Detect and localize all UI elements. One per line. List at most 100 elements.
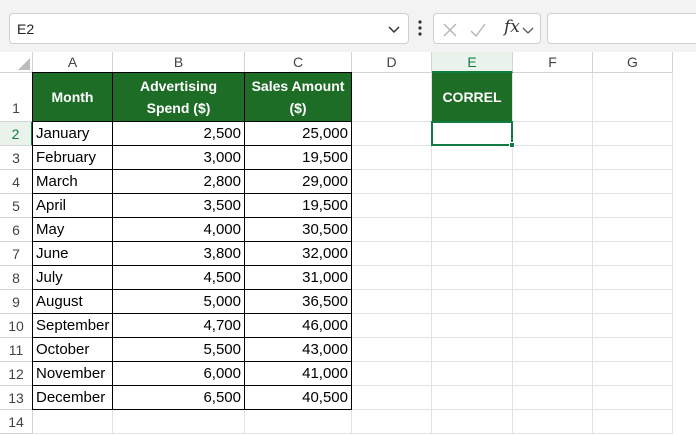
- table-cell-month[interactable]: September: [32, 313, 113, 338]
- cell[interactable]: [432, 194, 513, 218]
- cell[interactable]: [432, 146, 513, 170]
- cell[interactable]: [513, 218, 593, 242]
- formula-input[interactable]: [547, 13, 696, 44]
- row-header-10[interactable]: 10: [0, 314, 33, 338]
- cell[interactable]: [513, 122, 593, 146]
- table-cell-month[interactable]: March: [32, 169, 113, 194]
- row-header-5[interactable]: 5: [0, 194, 33, 218]
- cell[interactable]: [513, 146, 593, 170]
- cell[interactable]: [33, 410, 113, 434]
- cell[interactable]: [593, 386, 673, 410]
- row-header-14[interactable]: 14: [0, 410, 33, 434]
- table-cell-month[interactable]: January: [32, 121, 113, 146]
- name-box[interactable]: E2: [9, 13, 409, 44]
- cell[interactable]: [432, 362, 513, 386]
- cell[interactable]: [513, 170, 593, 194]
- table-cell-month[interactable]: April: [32, 193, 113, 218]
- table-cell-spend[interactable]: 6,000: [112, 361, 245, 386]
- row-header-12[interactable]: 12: [0, 362, 33, 386]
- table-cell-sales[interactable]: 41,000: [244, 361, 352, 386]
- cell[interactable]: [432, 386, 513, 410]
- table-cell-spend[interactable]: 4,000: [112, 217, 245, 242]
- cell[interactable]: [513, 410, 593, 434]
- correl-header-cell[interactable]: CORREL: [432, 73, 513, 122]
- cell[interactable]: [352, 338, 432, 362]
- table-cell-month[interactable]: August: [32, 289, 113, 314]
- cell[interactable]: [352, 242, 432, 266]
- table-cell-sales[interactable]: 36,500: [244, 289, 352, 314]
- cell[interactable]: [352, 362, 432, 386]
- table-cell-month[interactable]: October: [32, 337, 113, 362]
- cell[interactable]: [113, 410, 245, 434]
- active-cell-e2[interactable]: [431, 121, 513, 146]
- table-cell-sales[interactable]: 25,000: [244, 121, 352, 146]
- row-header-13[interactable]: 13: [0, 386, 33, 410]
- cancel-icon[interactable]: [440, 20, 460, 40]
- cell[interactable]: [352, 146, 432, 170]
- column-header-f[interactable]: F: [513, 52, 593, 73]
- cell[interactable]: [513, 290, 593, 314]
- row-header-4[interactable]: 4: [0, 170, 33, 194]
- cell[interactable]: [593, 242, 673, 266]
- cell[interactable]: [432, 314, 513, 338]
- column-header-b[interactable]: B: [113, 52, 245, 73]
- table-cell-month[interactable]: November: [32, 361, 113, 386]
- cell[interactable]: [432, 266, 513, 290]
- table-cell-sales[interactable]: 19,500: [244, 193, 352, 218]
- cell[interactable]: [513, 73, 593, 122]
- table-cell-spend[interactable]: 3,800: [112, 241, 245, 266]
- column-header-d[interactable]: D: [352, 52, 432, 73]
- table-cell-spend[interactable]: 4,500: [112, 265, 245, 290]
- cell[interactable]: [593, 266, 673, 290]
- cell[interactable]: [593, 338, 673, 362]
- table-header-sales[interactable]: Sales Amount ($): [244, 72, 352, 122]
- row-header-3[interactable]: 3: [0, 146, 33, 170]
- column-header-e[interactable]: E: [432, 52, 513, 73]
- column-header-c[interactable]: C: [245, 52, 352, 73]
- table-cell-month[interactable]: May: [32, 217, 113, 242]
- cell[interactable]: [352, 170, 432, 194]
- chevron-down-icon[interactable]: [386, 20, 402, 38]
- cell[interactable]: [513, 242, 593, 266]
- table-cell-sales[interactable]: 32,000: [244, 241, 352, 266]
- cell[interactable]: [432, 290, 513, 314]
- table-cell-month[interactable]: June: [32, 241, 113, 266]
- cell[interactable]: [593, 290, 673, 314]
- table-cell-month[interactable]: February: [32, 145, 113, 170]
- table-cell-month[interactable]: December: [32, 385, 113, 410]
- cell[interactable]: [593, 410, 673, 434]
- cell[interactable]: [593, 170, 673, 194]
- cell[interactable]: [432, 218, 513, 242]
- more-options-icon[interactable]: [416, 18, 424, 38]
- row-header-6[interactable]: 6: [0, 218, 33, 242]
- cell[interactable]: [352, 194, 432, 218]
- cell[interactable]: [352, 314, 432, 338]
- cell[interactable]: [352, 218, 432, 242]
- enter-check-icon[interactable]: [468, 20, 488, 40]
- table-cell-spend[interactable]: 3,000: [112, 145, 245, 170]
- column-header-g[interactable]: G: [593, 52, 673, 73]
- table-cell-spend[interactable]: 2,500: [112, 121, 245, 146]
- chevron-down-icon[interactable]: [520, 20, 536, 40]
- cell[interactable]: [513, 338, 593, 362]
- table-cell-spend[interactable]: 5,500: [112, 337, 245, 362]
- cell[interactable]: [513, 266, 593, 290]
- row-header-1[interactable]: 1: [0, 73, 33, 122]
- table-cell-sales[interactable]: 31,000: [244, 265, 352, 290]
- table-cell-spend[interactable]: 3,500: [112, 193, 245, 218]
- table-cell-sales[interactable]: 29,000: [244, 169, 352, 194]
- row-header-2[interactable]: 2: [0, 122, 33, 146]
- cell[interactable]: [245, 410, 352, 434]
- table-cell-month[interactable]: July: [32, 265, 113, 290]
- table-cell-sales[interactable]: 30,500: [244, 217, 352, 242]
- cell[interactable]: [432, 410, 513, 434]
- cell[interactable]: [593, 218, 673, 242]
- cell[interactable]: [593, 194, 673, 218]
- cell[interactable]: [352, 266, 432, 290]
- select-all-button[interactable]: [0, 52, 33, 73]
- table-cell-spend[interactable]: 2,800: [112, 169, 245, 194]
- table-cell-sales[interactable]: 19,500: [244, 145, 352, 170]
- table-header-spend[interactable]: Advertising Spend ($): [112, 72, 245, 122]
- table-cell-sales[interactable]: 46,000: [244, 313, 352, 338]
- insert-function-button[interactable]: fx: [504, 17, 520, 37]
